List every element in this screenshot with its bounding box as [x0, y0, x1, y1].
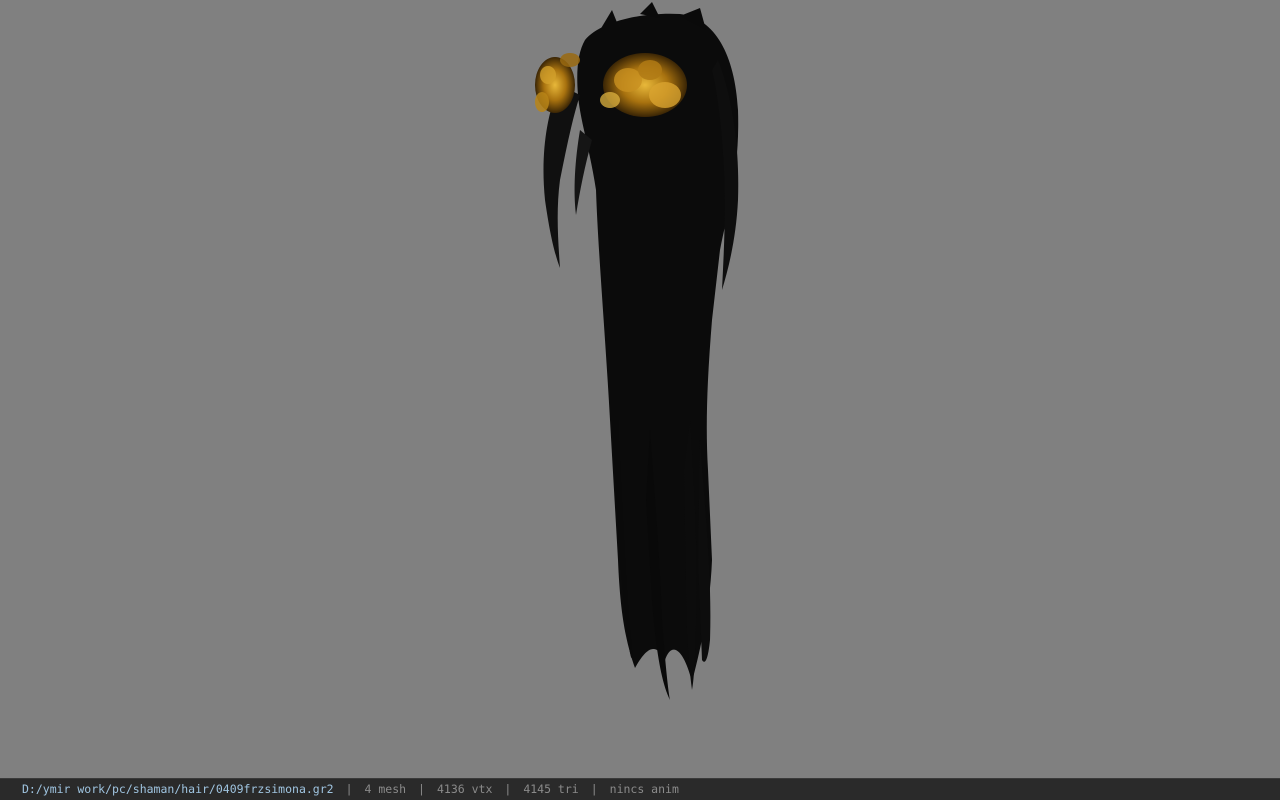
file-path: D:/ymir work/pc/shaman/hair/0409frzsimon…	[22, 782, 334, 796]
hair-mesh-model-icon[interactable]	[0, 0, 1280, 778]
mesh-count: 4 mesh	[364, 782, 407, 796]
vertex-count: 4136 vtx	[436, 782, 493, 796]
status-separator: |	[345, 782, 353, 796]
status-bar: D:/ymir work/pc/shaman/hair/0409frzsimon…	[0, 778, 1280, 800]
status-separator: |	[504, 782, 512, 796]
status-separator: |	[590, 782, 598, 796]
animation-status: nincs anim	[609, 782, 679, 796]
status-separator: |	[418, 782, 425, 796]
triangle-count: 4145 tri	[523, 782, 579, 796]
3d-viewport[interactable]	[0, 0, 1280, 778]
